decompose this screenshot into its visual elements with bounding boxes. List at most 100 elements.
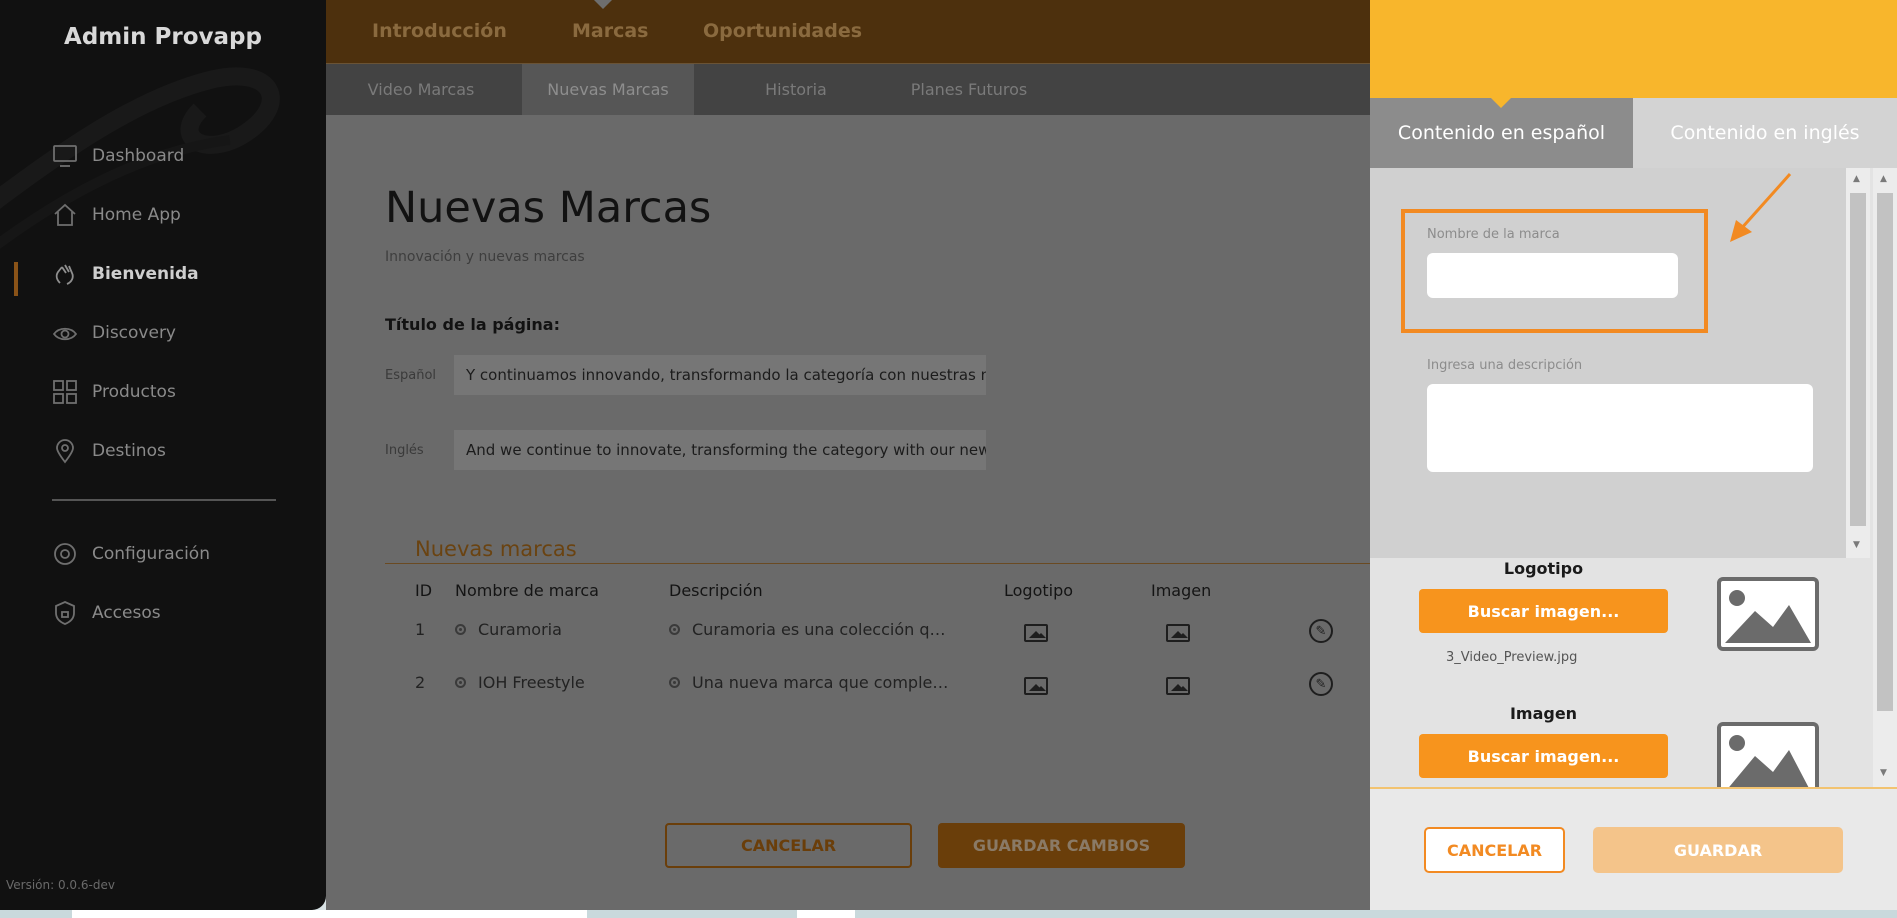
tab-contenido-ingles[interactable]: Contenido en inglés [1633,98,1897,168]
panel-header [1370,0,1897,98]
sidebar-item-discovery[interactable]: Discovery [52,318,176,348]
sidebar-item-label: Configuración [92,544,210,564]
annotation-arrow-icon [1730,173,1792,242]
logo-file-name: 3_Video_Preview.jpg [1446,650,1578,665]
column-header-logo: Logotipo [1004,581,1074,600]
active-tab-caret [1491,98,1511,108]
cancel-button[interactable]: CANCELAR [665,823,912,868]
scroll-down-arrow-icon[interactable]: ▼ [1880,768,1887,778]
top-nav: Introducción Marcas Oportunidades [326,0,1370,64]
table-row-id: 1 [415,620,426,639]
image-placeholder-image-icon [1717,722,1819,787]
active-nav-marker [14,262,18,296]
inner-scrollbar-thumb[interactable] [1850,193,1866,526]
panel-save-button[interactable]: GUARDAR [1593,827,1843,873]
scroll-up-arrow-icon[interactable]: ▲ [1853,174,1860,184]
panel-cancel-button[interactable]: CANCELAR [1424,827,1565,873]
page-title: Nuevas Marcas [385,183,712,233]
brand-description: Una nueva marca que comple… [692,673,949,692]
strip-segment [72,910,587,918]
description-label: Ingresa una descripción [1427,358,1583,373]
sidebar-item-productos[interactable]: Productos [52,377,176,407]
sidebar-item-label: Productos [92,382,176,402]
sidebar-item-bienvenida[interactable]: Bienvenida [52,259,199,289]
sidebar-item-configuracion[interactable]: Configuración [52,539,210,569]
logo-placeholder-image-icon [1717,577,1819,651]
sidebar-item-dashboard[interactable]: Dashboard [52,141,184,171]
sidebar-item-accesos[interactable]: Accesos [52,598,161,628]
version-label: Versión: 0.0.6-dev [6,878,115,892]
sub-nav: Video Marcas Nuevas Marcas Historia Plan… [326,64,1370,115]
strip-segment [797,910,855,918]
subtab-nuevas-marcas[interactable]: Nuevas Marcas [522,64,694,115]
subtab-historia[interactable]: Historia [731,64,861,115]
scroll-up-arrow-icon[interactable]: ▲ [1880,174,1887,184]
tab-introduccion[interactable]: Introducción [372,20,507,42]
sidebar-item-destinos[interactable]: Destinos [52,436,166,466]
table-row-id: 2 [415,673,426,692]
table-row-name: IOH Freestyle [455,673,585,692]
brand-name: IOH Freestyle [478,673,585,692]
sidebar-item-label: Destinos [92,441,166,461]
radio-dot-icon [455,677,466,688]
tab-contenido-espanol[interactable]: Contenido en español [1370,98,1633,168]
image-icon[interactable] [1166,624,1190,642]
logo-image-icon[interactable] [1024,624,1048,642]
brand-name: Curamoria [478,620,562,639]
brand-editor-panel: Contenido en español Contenido en inglés… [1370,0,1897,910]
spanish-title-field[interactable]: Y continuamos innovando, transformando l… [454,355,986,395]
tab-marcas[interactable]: Marcas [572,20,649,42]
page-title-label: Título de la página: [385,315,560,334]
sidebar-item-label: Bienvenida [92,264,199,284]
table-row-description: Una nueva marca que comple… [669,673,948,692]
brands-list-divider [385,563,1370,564]
scroll-down-arrow-icon[interactable]: ▼ [1853,540,1860,550]
logo-image-icon[interactable] [1024,677,1048,695]
radio-dot-icon [669,624,680,635]
tab-oportunidades[interactable]: Oportunidades [703,20,862,42]
column-header-description: Descripción [669,581,763,600]
sidebar-item-home-app[interactable]: Home App [52,200,181,230]
sidebar-item-label: Accesos [92,603,161,623]
highlight-annotation [1401,209,1708,333]
active-tab-caret [594,0,612,9]
english-title-field[interactable]: And we continue to innovate, transformin… [454,430,986,470]
shield-icon [55,601,75,625]
sidebar-item-label: Home App [92,205,181,225]
gear-icon [54,543,76,565]
column-header-id: ID [415,581,433,600]
image-browse-button[interactable]: Buscar imagen... [1419,734,1668,778]
sidebar: Admin Provapp Dashboard Home App Bienven… [0,0,326,910]
sidebar-item-label: Dashboard [92,146,185,166]
brand-description: Curamoria es una colección q… [692,620,946,639]
column-header-image: Imagen [1151,581,1212,600]
table-row-name: Curamoria [455,620,562,639]
spanish-label: Español [385,368,437,383]
page-subtitle: Innovación y nuevas marcas [385,249,585,265]
sidebar-divider [52,499,276,501]
grid-icon [53,380,77,404]
image-heading: Imagen [1509,704,1578,723]
monitor-icon [53,145,77,167]
sidebar-item-label: Discovery [92,323,176,343]
logo-browse-button[interactable]: Buscar imagen... [1419,589,1668,633]
brand-title: Admin Provapp [64,24,262,50]
english-label: Inglés [385,443,424,458]
brands-list-title: Nuevas marcas [415,537,577,561]
edit-icon[interactable]: ✎ [1309,672,1333,696]
subtab-video-marcas[interactable]: Video Marcas [356,64,486,115]
home-icon [54,203,76,226]
image-icon[interactable] [1166,677,1190,695]
save-changes-button[interactable]: GUARDAR CAMBIOS [938,823,1185,868]
map-pin-icon [56,439,74,464]
subtab-planes-futuros[interactable]: Planes Futuros [874,64,1064,115]
main-content: Nuevas Marcas Innovación y nuevas marcas… [326,115,1370,910]
radio-dot-icon [669,677,680,688]
eye-icon [52,327,78,341]
column-header-name: Nombre de marca [455,581,599,600]
panel-scrollbar-thumb[interactable] [1877,193,1893,711]
edit-icon[interactable]: ✎ [1309,619,1333,643]
description-textarea[interactable] [1427,384,1813,472]
bottom-strip [0,910,1897,918]
wave-hand-icon [55,264,74,285]
